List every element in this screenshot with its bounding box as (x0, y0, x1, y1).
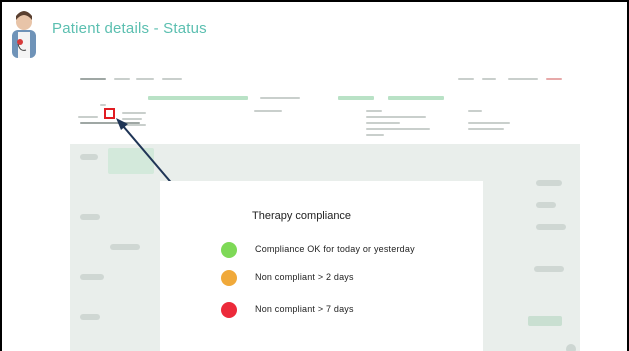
blur-text (78, 116, 98, 118)
green-status-dot-icon (221, 242, 237, 258)
blur-text (254, 110, 282, 112)
blur-row (80, 154, 98, 160)
blur-filter (388, 96, 444, 100)
orange-status-dot-icon (221, 270, 237, 286)
blur-nav (458, 78, 474, 80)
blur-text (366, 110, 382, 112)
blur-nav (114, 78, 130, 80)
blur-nav (482, 78, 496, 80)
blur-nav (162, 78, 182, 80)
blur-filter (338, 96, 374, 100)
legend-item-label: Compliance OK for today or yesterday (255, 244, 415, 254)
blur-text (122, 112, 146, 114)
legend-item-label: Non compliant > 2 days (255, 272, 354, 282)
blur-row (80, 314, 100, 320)
blur-row (80, 214, 100, 220)
blur-logo (80, 78, 106, 80)
blur-text (366, 134, 384, 136)
blur-row (110, 244, 140, 250)
blur-row (80, 274, 104, 280)
blur-row (536, 180, 562, 186)
blur-text (468, 110, 482, 112)
blur-text (468, 122, 510, 124)
blur-nav (508, 78, 538, 80)
slide-title: Patient details - Status (52, 20, 207, 37)
blur-fab (566, 344, 576, 351)
legend-title: Therapy compliance (252, 210, 352, 222)
blur-text (366, 116, 426, 118)
therapy-compliance-legend: Therapy compliance Compliance OK for tod… (160, 181, 483, 351)
red-status-dot-icon (221, 302, 237, 318)
blur-filter (260, 97, 300, 99)
doctor-icon (12, 11, 36, 58)
blur-tab (108, 148, 154, 174)
blur-text (80, 122, 140, 124)
app-screenshot-header (70, 66, 580, 144)
legend-item-label: Non compliant > 7 days (255, 304, 354, 314)
blur-text (100, 104, 106, 106)
blur-row (536, 202, 556, 208)
blur-text (122, 124, 146, 126)
blur-text (468, 128, 504, 130)
blur-text (366, 128, 430, 130)
compliance-indicator-highlight (104, 108, 115, 119)
blur-user (546, 78, 562, 80)
blur-search (148, 96, 248, 100)
blur-row (536, 224, 566, 230)
blur-button (528, 316, 562, 326)
blur-row (534, 266, 564, 272)
blur-text (366, 122, 400, 124)
blur-nav (136, 78, 154, 80)
blur-text (122, 118, 142, 120)
